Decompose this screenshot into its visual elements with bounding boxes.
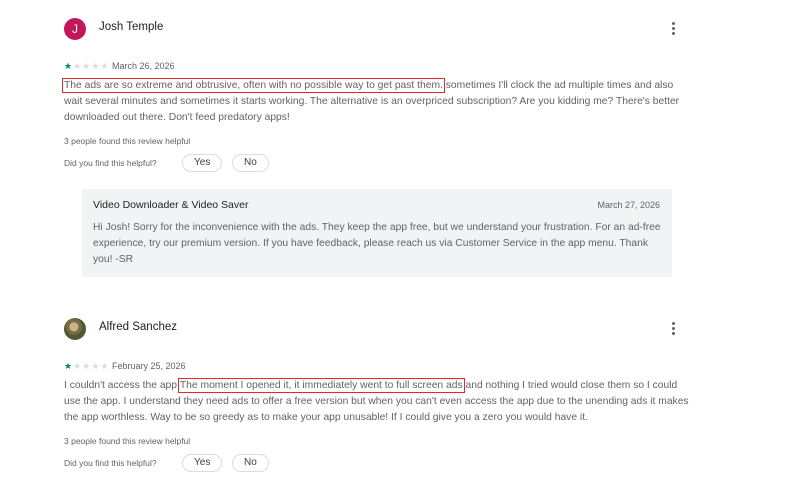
star-empty-icon: ★ [100,61,110,71]
star-rating: ★★★★★ [64,60,109,72]
helpful-row: Did you find this helpful? Yes No [64,154,364,174]
avatar [64,318,86,340]
review-header: J Josh Temple [64,18,694,50]
review-card: Alfred Sanchez ★★★★★ February 25, 2026 I… [0,290,800,478]
reviewer-name: Josh Temple [99,21,164,33]
review-date: February 25, 2026 [112,361,186,371]
helpful-question: Did you find this helpful? [64,458,157,468]
star-filled-icon: ★ [64,361,74,371]
highlighted-text: The ads are so extreme and obtrusive, of… [62,78,445,93]
avatar: J [64,18,86,40]
review-header: Alfred Sanchez [64,318,694,350]
reply-date: March 27, 2026 [597,200,660,210]
review-card: J Josh Temple ★★★★★ March 26, 2026 The a… [0,0,800,290]
star-empty-icon: ★ [91,361,101,371]
star-filled-icon: ★ [64,61,74,71]
rating-row: ★★★★★ February 25, 2026 [64,360,364,372]
reviewer-name: Alfred Sanchez [99,321,177,333]
star-empty-icon: ★ [73,61,83,71]
reply-text: Hi Josh! Sorry for the inconvenience wit… [93,222,661,265]
helpful-no-button[interactable]: No [232,454,269,472]
helpful-yes-button[interactable]: Yes [182,154,223,172]
more-options-icon[interactable] [666,318,682,338]
developer-name: Video Downloader & Video Saver [93,199,249,211]
review-text: I couldn't access the app!The moment I o… [64,378,694,426]
star-empty-icon: ★ [100,361,110,371]
helpful-yes-button[interactable]: Yes [182,454,223,472]
developer-reply: Video Downloader & Video Saver March 27,… [82,189,672,277]
helpful-no-button[interactable]: No [232,154,269,172]
helpful-question: Did you find this helpful? [64,158,157,168]
helpful-count: 3 people found this review helpful [64,436,191,446]
more-options-icon[interactable] [666,18,682,38]
review-date: March 26, 2026 [112,61,175,71]
star-empty-icon: ★ [82,61,92,71]
review-text-before: I couldn't access the app! [64,380,180,391]
star-rating: ★★★★★ [64,360,109,372]
star-empty-icon: ★ [73,361,83,371]
highlighted-text: The moment I opened it, it immediately w… [177,378,465,393]
star-empty-icon: ★ [82,361,92,371]
star-empty-icon: ★ [91,61,101,71]
review-text: The ads are so extreme and obtrusive, of… [62,78,694,126]
helpful-count: 3 people found this review helpful [64,136,191,146]
helpful-row: Did you find this helpful? Yes No [64,454,364,474]
rating-row: ★★★★★ March 26, 2026 [64,60,364,72]
